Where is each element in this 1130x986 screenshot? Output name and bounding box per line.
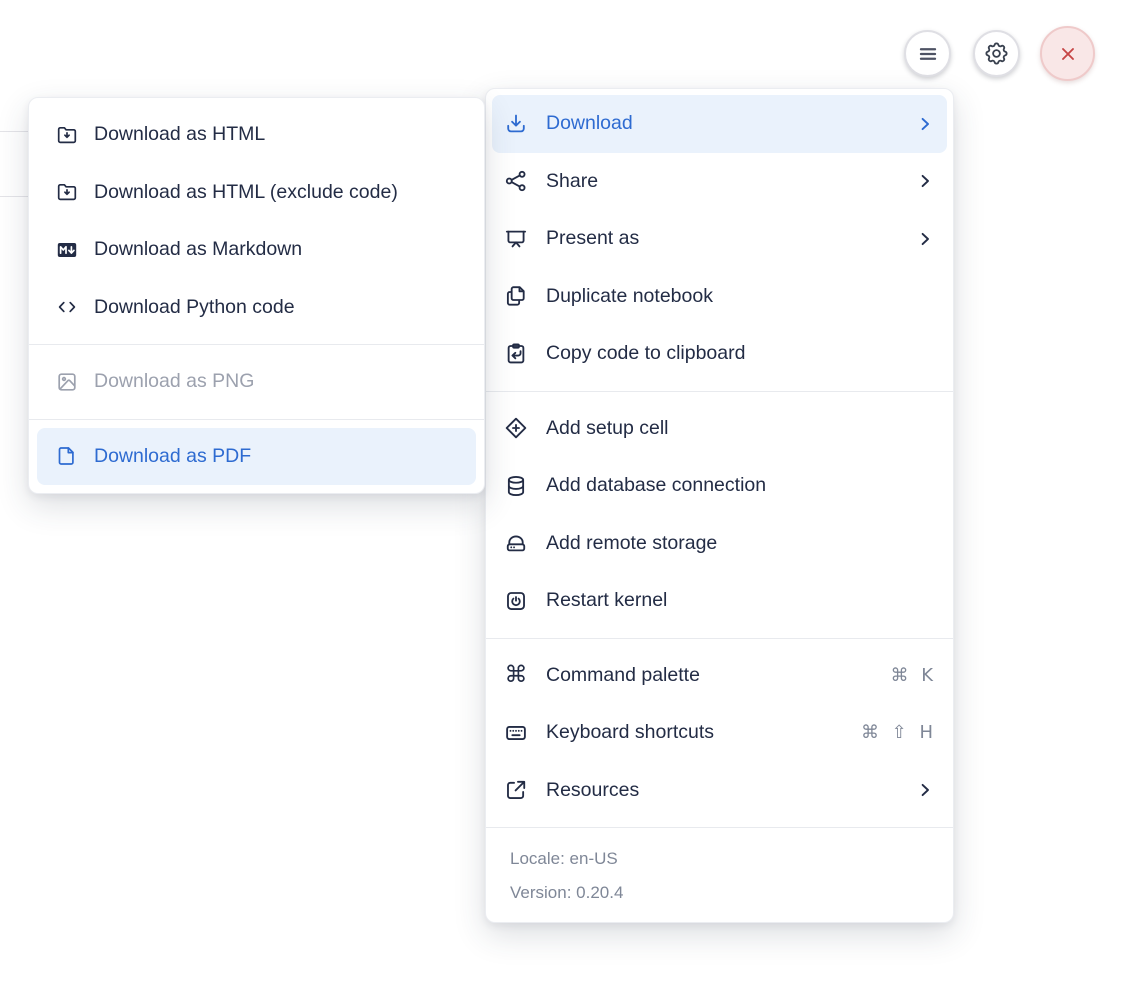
storage-icon bbox=[503, 530, 529, 556]
menu-separator bbox=[486, 390, 953, 392]
menu-item-label: Download bbox=[546, 112, 633, 135]
menu-item-copy-code-to-clipboard[interactable]: Copy code to clipboard bbox=[486, 325, 953, 383]
menu-item-label: Resources bbox=[546, 778, 640, 801]
file-icon bbox=[55, 444, 79, 468]
notebook-main-menu: Download Share Present as Duplicate noteboo… bbox=[485, 88, 954, 923]
menu-separator bbox=[486, 827, 953, 828]
menu-item-resources[interactable]: Resources bbox=[486, 762, 953, 820]
background-card-edge bbox=[0, 196, 28, 197]
menu-item-label: Add remote storage bbox=[546, 531, 718, 554]
close-button[interactable] bbox=[1040, 26, 1095, 81]
menu-separator bbox=[486, 637, 953, 639]
shortcut-hint: ⌘ ⇧ H bbox=[860, 722, 933, 744]
menu-item-label: Download as HTML (exclude code) bbox=[94, 180, 398, 203]
menu-item-share[interactable]: Share bbox=[486, 153, 953, 211]
command-icon: ⌘ bbox=[504, 661, 528, 688]
menu-item-label: Share bbox=[546, 169, 599, 192]
chevron-right-icon bbox=[917, 173, 933, 189]
menu-item-command-palette[interactable]: ⌘ Command palette ⌘ K bbox=[486, 647, 953, 705]
image-icon bbox=[55, 370, 79, 394]
menu-footer: Locale: en-US Version: 0.20.4 bbox=[486, 836, 953, 922]
locale-text: Locale: en-US bbox=[510, 849, 618, 868]
menu-item-download[interactable]: Download bbox=[492, 95, 947, 153]
menu-item-label: Download as HTML bbox=[94, 123, 266, 146]
menu-item-duplicate-notebook[interactable]: Duplicate notebook bbox=[486, 268, 953, 326]
folder-download-icon bbox=[55, 180, 79, 204]
submenu-item-download-as-pdf[interactable]: Download as PDF bbox=[37, 427, 476, 485]
hamburger-icon bbox=[915, 41, 941, 67]
chevron-right-icon bbox=[917, 782, 933, 798]
external-link-icon bbox=[503, 777, 529, 803]
menu-item-label: Download as PNG bbox=[94, 370, 255, 393]
version-text: Version: 0.20.4 bbox=[510, 883, 624, 902]
gear-icon bbox=[983, 40, 1010, 67]
menu-item-label: Download Python code bbox=[94, 295, 295, 318]
submenu-item-download-python-code[interactable]: Download Python code bbox=[29, 279, 484, 337]
menu-item-add-setup-cell[interactable]: Add setup cell bbox=[486, 400, 953, 458]
chevron-right-icon bbox=[917, 231, 933, 247]
menu-item-label: Download as Markdown bbox=[94, 238, 303, 261]
hamburger-menu-button[interactable] bbox=[904, 30, 951, 77]
download-icon bbox=[503, 111, 529, 137]
menu-item-keyboard-shortcuts[interactable]: Keyboard shortcuts ⌘ ⇧ H bbox=[486, 704, 953, 762]
code-icon bbox=[55, 295, 79, 319]
menu-item-present-as[interactable]: Present as bbox=[486, 210, 953, 268]
menu-item-add-remote-storage[interactable]: Add remote storage bbox=[486, 515, 953, 573]
duplicate-icon bbox=[503, 283, 529, 309]
submenu-item-download-as-html[interactable]: Download as HTML bbox=[29, 106, 484, 164]
menu-separator bbox=[29, 344, 484, 345]
keyboard-icon bbox=[503, 720, 529, 746]
folder-download-icon bbox=[55, 123, 79, 147]
chevron-right-icon bbox=[917, 116, 933, 132]
submenu-item-download-as-markdown[interactable]: Download as Markdown bbox=[29, 221, 484, 279]
menu-item-add-database-connection[interactable]: Add database connection bbox=[486, 457, 953, 515]
present-icon bbox=[503, 226, 529, 252]
menu-item-label: Copy code to clipboard bbox=[546, 342, 746, 365]
share-icon bbox=[503, 168, 529, 194]
menu-item-label: Command palette bbox=[546, 663, 700, 686]
menu-item-restart-kernel[interactable]: Restart kernel bbox=[486, 572, 953, 630]
menu-item-label: Restart kernel bbox=[546, 589, 668, 612]
power-icon bbox=[503, 588, 529, 614]
shortcut-hint: ⌘ K bbox=[890, 664, 933, 686]
close-icon bbox=[1056, 42, 1080, 66]
menu-separator bbox=[29, 418, 484, 420]
menu-item-label: Present as bbox=[546, 227, 640, 250]
clipboard-arrow-icon bbox=[503, 341, 529, 367]
menu-item-label: Add setup cell bbox=[546, 416, 669, 439]
menu-item-label: Keyboard shortcuts bbox=[546, 721, 715, 744]
background-card-edge bbox=[0, 131, 28, 132]
menu-item-label: Add database connection bbox=[546, 474, 767, 497]
submenu-item-download-as-png: Download as PNG bbox=[29, 353, 484, 411]
markdown-icon bbox=[55, 238, 79, 262]
database-icon bbox=[503, 473, 529, 499]
download-submenu: Download as HTML Download as HTML (exclud… bbox=[28, 97, 485, 494]
submenu-item-download-as-html-exclude-code[interactable]: Download as HTML (exclude code) bbox=[29, 164, 484, 222]
settings-button[interactable] bbox=[973, 30, 1020, 77]
menu-item-label: Duplicate notebook bbox=[546, 284, 713, 307]
diamond-plus-icon bbox=[503, 415, 529, 441]
menu-item-label: Download as PDF bbox=[94, 444, 252, 467]
